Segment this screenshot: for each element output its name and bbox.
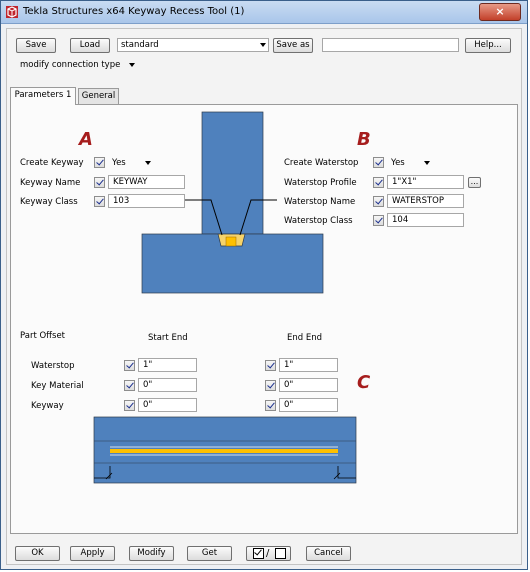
keyway-name-input[interactable]: KEYWAY [108,175,185,189]
keyway-class-input[interactable]: 103 [108,194,185,208]
end-end-header: End End [287,333,323,343]
close-icon: × [495,5,505,18]
toggle-separator: / [266,548,270,559]
marker-c: C [357,372,371,393]
keyway-end-checkbox[interactable] [265,400,276,411]
dialog-window: Tekla Structures x64 Keyway Recess Tool … [0,0,528,570]
key-material-end-checkbox[interactable] [265,380,276,391]
checked-box-icon [253,547,264,559]
chevron-down-icon [260,43,266,47]
keyway-class-label: Keyway Class [20,197,78,207]
create-waterstop-value: Yes [391,158,405,168]
cancel-button[interactable]: Cancel [306,546,351,561]
ok-button[interactable]: OK [15,546,60,561]
create-keyway-label: Create Keyway [20,158,84,168]
create-keyway-checkbox[interactable] [94,157,105,168]
unchecked-box-icon [275,548,286,559]
mode-value: modify connection type [20,60,121,70]
section-diagram [93,111,357,484]
waterstop-class-label: Waterstop Class [284,216,353,226]
chevron-down-icon [424,161,430,165]
waterstop-name-label: Waterstop Name [284,197,356,207]
keyway-end-input[interactable]: 0" [279,398,338,412]
waterstop-shape [225,236,237,247]
plan-waterstop-shape [110,449,338,453]
help-button[interactable]: Help... [465,38,511,53]
marker-a: A [79,129,93,150]
create-waterstop-checkbox[interactable] [373,157,384,168]
waterstop-profile-checkbox[interactable] [373,177,384,188]
mode-dropdown[interactable]: modify connection type [16,58,138,72]
load-button[interactable]: Load [70,38,110,53]
create-waterstop-label: Create Waterstop [284,158,359,168]
key-material-end-input[interactable]: 0" [279,378,338,392]
waterstop-name-checkbox[interactable] [373,196,384,207]
title-bar[interactable]: Tekla Structures x64 Keyway Recess Tool … [1,1,527,24]
part-offset-title: Part Offset [20,331,66,341]
start-end-header: Start End [148,333,188,343]
save-as-button[interactable]: Save as [273,38,313,53]
waterstop-end-input[interactable]: 1" [279,358,338,372]
waterstop-name-input[interactable]: WATERSTOP [387,194,464,208]
waterstop-profile-label: Waterstop Profile [284,178,357,188]
key-material-start-input[interactable]: 0" [138,378,197,392]
preset-dropdown[interactable]: standard [117,38,269,52]
keyway-name-label: Keyway Name [20,178,81,188]
upper-wall-shape [201,111,264,235]
chevron-down-icon [129,63,135,67]
parameters-panel: A B C Create Keyway Yes Keyway Name KEYW… [10,104,518,534]
create-keyway-dropdown[interactable]: Yes [108,156,154,170]
close-button[interactable]: × [479,3,521,21]
marker-b: B [357,129,371,150]
waterstop-class-checkbox[interactable] [373,215,384,226]
save-button[interactable]: Save [16,38,56,53]
save-as-input[interactable] [322,38,459,52]
get-button[interactable]: Get [187,546,232,561]
waterstop-start-input[interactable]: 1" [138,358,197,372]
keyway-name-checkbox[interactable] [94,177,105,188]
apply-button[interactable]: Apply [70,546,115,561]
keyway-start-input[interactable]: 0" [138,398,197,412]
offset-row-label: Waterstop [31,361,75,371]
dialog-client-area: Save Load standard Save as Help... modif… [6,28,522,565]
waterstop-profile-input[interactable]: 1"X1" [387,175,464,189]
create-waterstop-dropdown[interactable]: Yes [387,156,433,170]
keyway-start-checkbox[interactable] [124,400,135,411]
profile-browse-button[interactable]: ... [468,177,481,188]
tab-general[interactable]: General [78,88,119,105]
waterstop-start-checkbox[interactable] [124,360,135,371]
modify-button[interactable]: Modify [129,546,174,561]
key-material-start-checkbox[interactable] [124,380,135,391]
create-keyway-value: Yes [112,158,126,168]
window-title: Tekla Structures x64 Keyway Recess Tool … [23,6,245,17]
tekla-app-icon [6,6,18,18]
offset-row-label: Keyway [31,401,64,411]
offset-row-label: Key Material [31,381,84,391]
waterstop-class-input[interactable]: 104 [387,213,464,227]
chevron-down-icon [145,161,151,165]
toggle-checkboxes-button[interactable]: / [246,546,291,561]
preset-value: standard [121,40,159,50]
waterstop-end-checkbox[interactable] [265,360,276,371]
tab-parameters-1[interactable]: Parameters 1 [10,87,76,105]
keyway-class-checkbox[interactable] [94,196,105,207]
